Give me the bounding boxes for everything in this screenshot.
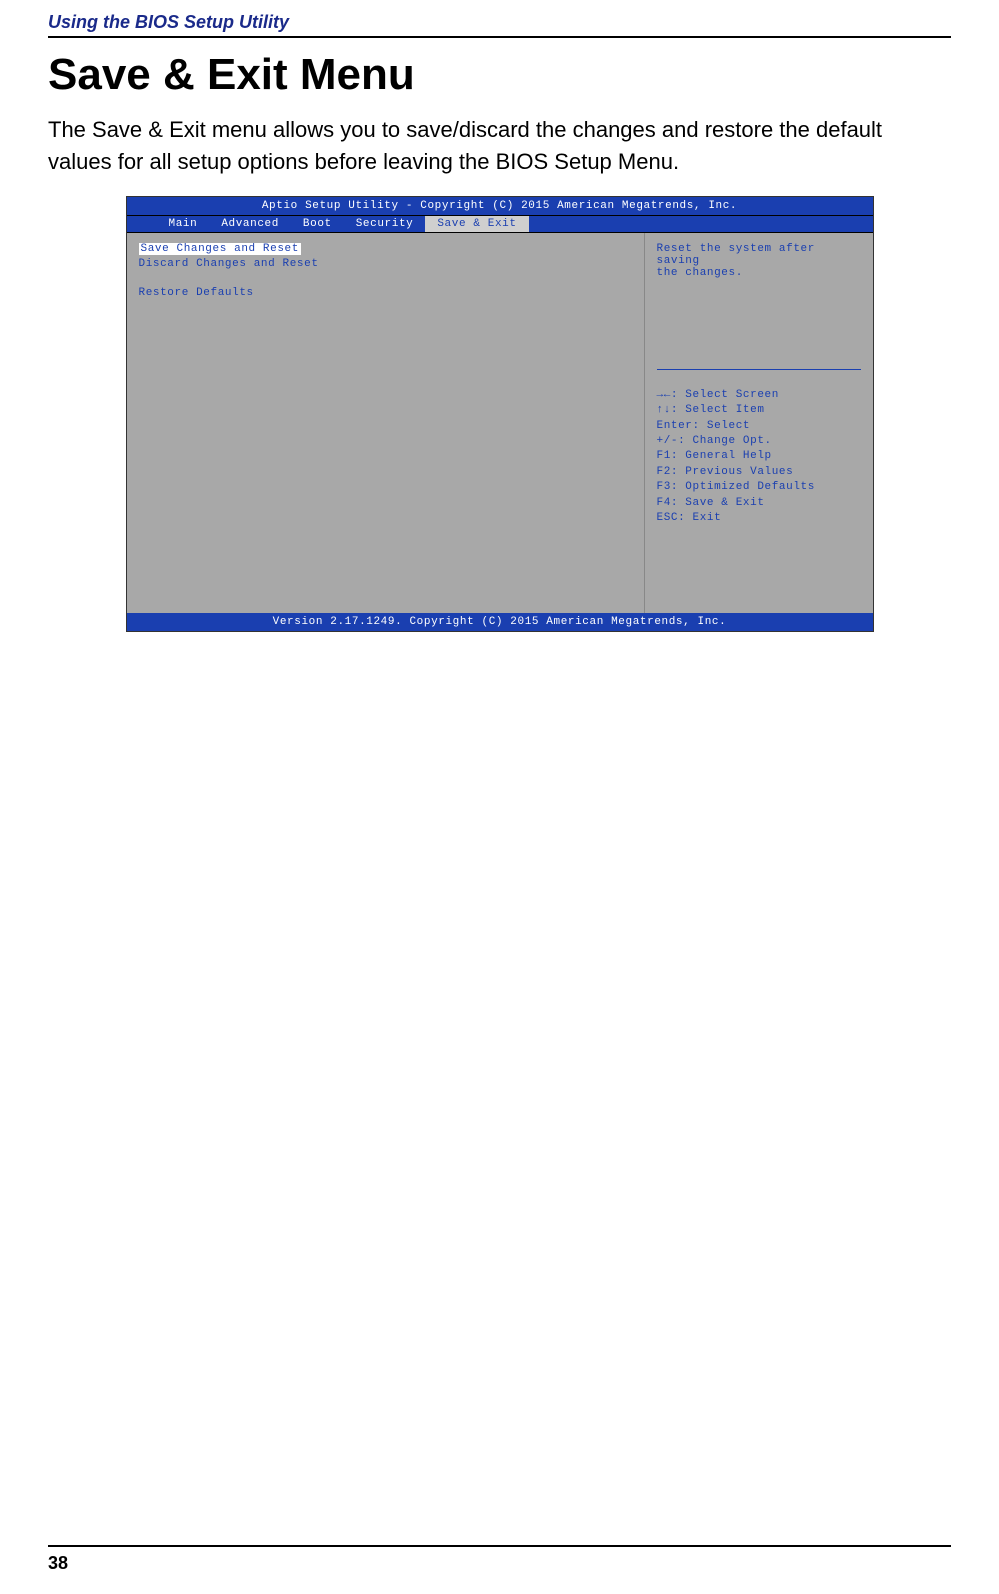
bios-screenshot-container: Aptio Setup Utility - Copyright (C) 2015… [126,196,874,632]
tab-security[interactable]: Security [344,216,426,232]
tab-boot[interactable]: Boot [291,216,344,232]
page-heading: Save & Exit Menu [48,50,951,100]
bios-header: Aptio Setup Utility - Copyright (C) 2015… [127,197,873,216]
key-help-change-opt: +/-: Change Opt. [657,434,861,449]
key-help-select-screen: →←: Select Screen [657,388,861,403]
key-help-f3: F3: Optimized Defaults [657,480,861,495]
tab-save-exit[interactable]: Save & Exit [425,216,528,232]
page-number: 38 [48,1553,951,1574]
document-page: Using the BIOS Setup Utility Save & Exit… [0,0,999,632]
menu-discard-changes-reset[interactable]: Discard Changes and Reset [139,258,632,270]
body-paragraph: The Save & Exit menu allows you to save/… [48,114,951,178]
key-help-list: →←: Select Screen ↑↓: Select Item Enter:… [657,388,861,527]
key-help-esc: ESC: Exit [657,511,861,526]
key-help-select-item: ↑↓: Select Item [657,403,861,418]
bios-help-panel: Reset the system after saving the change… [645,233,873,621]
menu-restore-defaults[interactable]: Restore Defaults [139,287,632,299]
spacer [139,273,632,287]
tab-main[interactable]: Main [157,216,210,232]
help-line-2: the changes. [657,267,861,279]
page-footer: 38 [48,1545,951,1574]
bios-tab-bar: Main Advanced Boot Security Save & Exit [127,216,873,233]
help-line-1: Reset the system after saving [657,243,861,267]
key-help-f2: F2: Previous Values [657,465,861,480]
key-help-enter: Enter: Select [657,419,861,434]
chapter-title: Using the BIOS Setup Utility [48,12,951,38]
help-description: Reset the system after saving the change… [657,243,861,370]
key-help-f1: F1: General Help [657,449,861,464]
bios-footer: Version 2.17.1249. Copyright (C) 2015 Am… [127,613,873,631]
menu-save-changes-reset[interactable]: Save Changes and Reset [139,243,632,258]
bios-body: Save Changes and Reset Discard Changes a… [127,233,873,621]
bios-menu-panel: Save Changes and Reset Discard Changes a… [127,233,645,621]
key-help-f4: F4: Save & Exit [657,496,861,511]
bios-screen: Aptio Setup Utility - Copyright (C) 2015… [126,196,874,632]
tab-advanced[interactable]: Advanced [209,216,291,232]
